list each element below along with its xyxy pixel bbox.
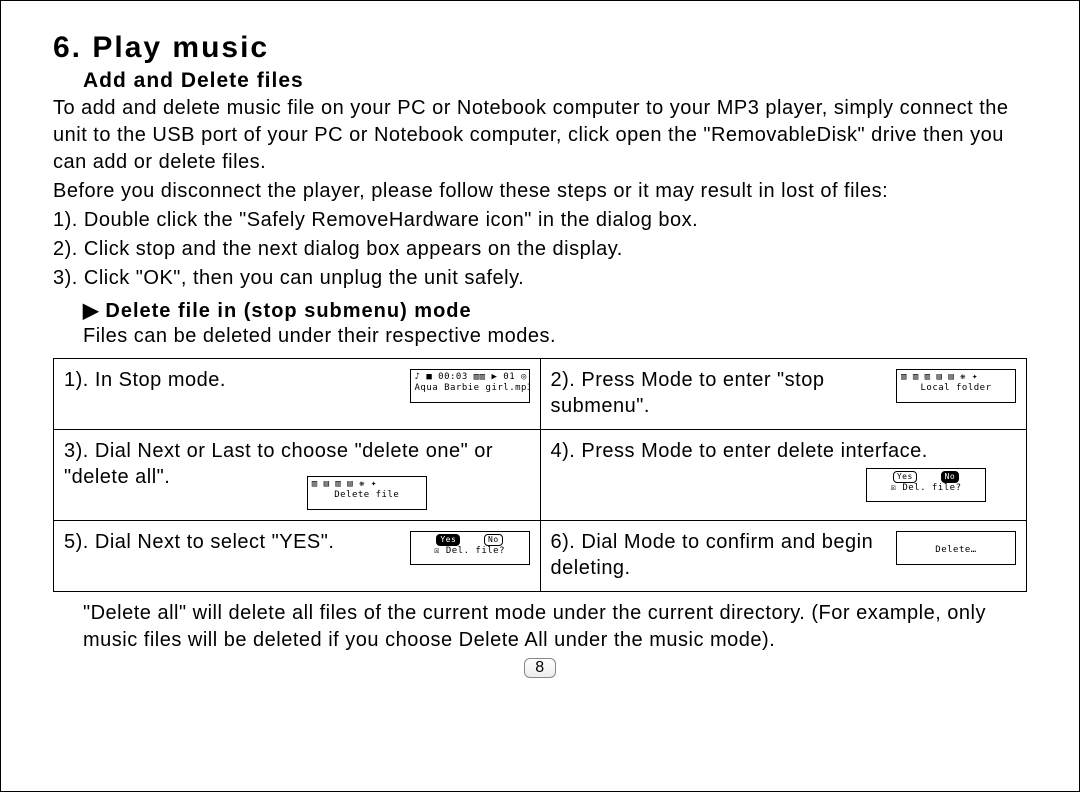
step-4-text: 4). Press Mode to enter delete interface… bbox=[551, 438, 1017, 464]
section-heading: 6. Play music bbox=[53, 31, 1027, 65]
step-2-text: 2). Press Mode to enter "stop submenu". bbox=[551, 367, 885, 419]
lcd-screen-step1: ♪ ■ 00:03 ▥▥ ▶ 01 ◎ Aqua Barbie girl.mp3 bbox=[410, 369, 530, 403]
lcd-screen-step3: ▥ ▤ ▥ ▤ ❋ ✦ Delete file bbox=[307, 476, 427, 510]
lcd-row1: ▥ ▤ ▥ ▤ ❋ ✦ bbox=[312, 479, 422, 490]
intro-paragraph-1: To add and delete music file on your PC … bbox=[53, 95, 1027, 176]
lcd-row2: ☒ Del. file? bbox=[871, 483, 981, 494]
lcd-row2: ☒ Del. file? bbox=[415, 546, 525, 557]
lcd-screen-step4: Yes No ☒ Del. file? bbox=[866, 468, 986, 502]
lcd-screen-step6: Delete… bbox=[896, 531, 1016, 565]
delete-intro: Files can be deleted under their respect… bbox=[83, 323, 1027, 350]
triangle-icon: ▶ bbox=[83, 298, 99, 323]
lcd-row2: Aqua Barbie girl.mp3 bbox=[415, 383, 525, 394]
table-row: 1). In Stop mode. ♪ ■ 00:03 ▥▥ ▶ 01 ◎ Aq… bbox=[54, 359, 1027, 430]
subsection-heading: Add and Delete files bbox=[83, 69, 1027, 93]
intro-paragraph-2: Before you disconnect the player, please… bbox=[53, 178, 1027, 205]
step-2-cell: 2). Press Mode to enter "stop submenu". … bbox=[540, 359, 1027, 430]
page-number: 8 bbox=[53, 658, 1027, 678]
lcd-row2: Delete… bbox=[901, 545, 1011, 556]
step-5-text: 5). Dial Next to select "YES". bbox=[64, 529, 398, 555]
preliminary-step-2: 2). Click stop and the next dialog box a… bbox=[53, 236, 1027, 263]
lcd-row1: ♪ ■ 00:03 ▥▥ ▶ 01 ◎ bbox=[415, 372, 525, 383]
lcd-row1: ▥ ▥ ▥ ▤ ▤ ❋ ✦ bbox=[901, 372, 1011, 383]
step-1-text: 1). In Stop mode. bbox=[64, 367, 398, 393]
table-row: 3). Dial Next or Last to choose "delete … bbox=[54, 430, 1027, 521]
outro-paragraph: "Delete all" will delete all files of th… bbox=[83, 600, 1027, 654]
step-5-cell: 5). Dial Next to select "YES". Yes No ☒ … bbox=[54, 521, 541, 592]
preliminary-step-3: 3). Click "OK", then you can unplug the … bbox=[53, 265, 1027, 292]
lcd-screen-step5: Yes No ☒ Del. file? bbox=[410, 531, 530, 565]
manual-page: 6. Play music Add and Delete files To ad… bbox=[0, 0, 1080, 792]
delete-heading-text: Delete file in (stop submenu) mode bbox=[105, 300, 471, 322]
step-3-cell: 3). Dial Next or Last to choose "delete … bbox=[54, 430, 541, 521]
no-pill: No bbox=[484, 534, 503, 546]
page-number-badge: 8 bbox=[524, 658, 555, 678]
table-row: 5). Dial Next to select "YES". Yes No ☒ … bbox=[54, 521, 1027, 592]
lcd-screen-step2: ▥ ▥ ▥ ▤ ▤ ❋ ✦ Local folder bbox=[896, 369, 1016, 403]
step-4-cell: 4). Press Mode to enter delete interface… bbox=[540, 430, 1027, 521]
steps-table: 1). In Stop mode. ♪ ■ 00:03 ▥▥ ▶ 01 ◎ Aq… bbox=[53, 358, 1027, 592]
yes-pill: Yes bbox=[436, 534, 460, 546]
lcd-row2: Local folder bbox=[901, 383, 1011, 394]
preliminary-step-1: 1). Double click the "Safely RemoveHardw… bbox=[53, 207, 1027, 234]
yes-pill: Yes bbox=[893, 471, 917, 483]
step-6-cell: 6). Dial Mode to confirm and begin delet… bbox=[540, 521, 1027, 592]
step-6-text: 6). Dial Mode to confirm and begin delet… bbox=[551, 529, 885, 581]
no-pill: No bbox=[941, 471, 960, 483]
step-1-cell: 1). In Stop mode. ♪ ■ 00:03 ▥▥ ▶ 01 ◎ Aq… bbox=[54, 359, 541, 430]
delete-mode-heading: ▶ Delete file in (stop submenu) mode bbox=[83, 298, 1027, 323]
lcd-row2: Delete file bbox=[312, 490, 422, 501]
